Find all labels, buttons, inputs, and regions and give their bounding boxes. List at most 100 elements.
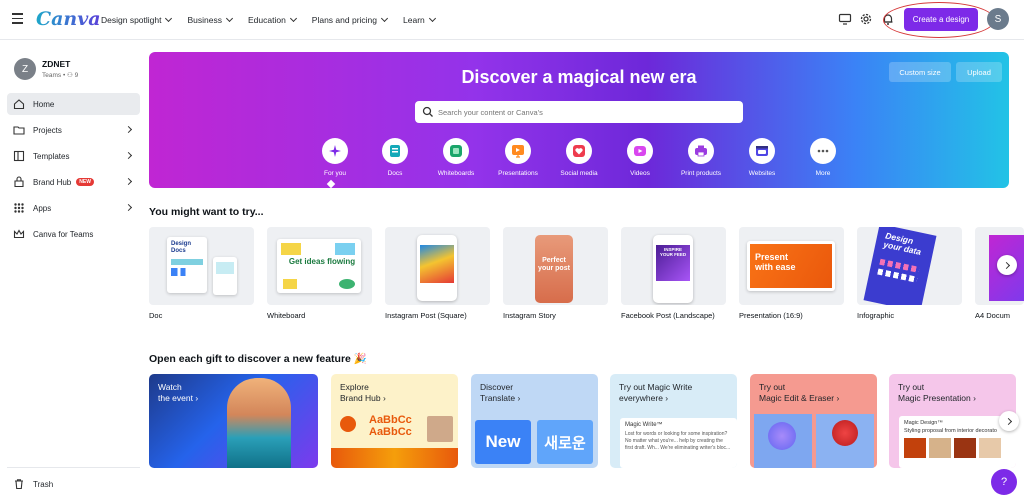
template-label-whiteboard[interactable]: Whiteboard — [267, 311, 305, 320]
feature-card-watch-event[interactable]: Watch the event › — [149, 374, 318, 468]
template-card-facebook-post[interactable]: INSPIRE YOUR FEED — [621, 227, 726, 305]
search-bar[interactable] — [415, 101, 743, 123]
chevron-right-icon — [1002, 261, 1010, 269]
website-icon — [749, 138, 775, 164]
sidebar-item-apps[interactable]: Apps — [7, 197, 140, 219]
new-badge: NEW — [76, 178, 94, 186]
search-input[interactable] — [438, 107, 728, 117]
sparkle-icon — [322, 138, 348, 164]
sidebar-item-projects[interactable]: Projects — [7, 119, 140, 141]
template-card-instagram-post[interactable] — [385, 227, 490, 305]
scroll-right-button[interactable] — [997, 255, 1017, 275]
sidebar-item-templates[interactable]: Templates — [7, 145, 140, 167]
trash-icon — [15, 479, 23, 490]
chevron-down-icon — [165, 14, 173, 23]
category-print-products[interactable]: Print products — [671, 138, 731, 177]
sidebar-item-canva-for-teams[interactable]: Canva for Teams — [7, 223, 140, 245]
category-whiteboards[interactable]: Whiteboards — [426, 138, 486, 177]
feature-card-translate[interactable]: Discover Translate › New 새로운 — [471, 374, 598, 468]
category-for-you[interactable]: For you — [305, 138, 365, 177]
infographic-thumb-text: Design your data — [882, 230, 923, 257]
team-avatar[interactable]: Z — [14, 58, 36, 80]
hero-banner: Discover a magical new era Custom size U… — [149, 52, 1009, 188]
chevron-down-icon — [380, 14, 389, 23]
nav-business[interactable]: Business — [187, 14, 234, 25]
magic-write-panel: Magic Write™ Lost for words or looking f… — [620, 418, 737, 468]
template-label-doc[interactable]: Doc — [149, 311, 162, 320]
brand-logo-icon — [340, 416, 356, 432]
crown-icon — [13, 229, 25, 239]
facebook-thumb-text: INSPIRE YOUR FEED — [659, 247, 687, 257]
template-card-presentation[interactable]: Present with ease — [739, 227, 844, 305]
sidebar-item-home[interactable]: Home — [7, 93, 140, 115]
template-card-infographic[interactable]: Design your data — [857, 227, 962, 305]
nav-plans-pricing[interactable]: Plans and pricing — [312, 14, 389, 25]
section-title-try: You might want to try... — [149, 206, 264, 218]
upload-button[interactable]: Upload — [956, 62, 1002, 82]
help-button[interactable]: ? — [991, 469, 1017, 495]
brand-icon — [14, 176, 24, 188]
chevron-right-icon — [124, 203, 133, 212]
top-navigation-bar: Canva Design spotlight Business Educatio… — [0, 0, 1024, 40]
hero-title: Discover a magical new era — [461, 67, 697, 87]
team-name[interactable]: ZDNET — [42, 59, 70, 69]
monitor-icon[interactable] — [838, 12, 852, 26]
sidebar-item-brand-hub[interactable]: Brand Hub NEW — [7, 171, 140, 193]
nav-design-spotlight[interactable]: Design spotlight — [101, 14, 173, 25]
presentation-thumb-text: Present with ease — [755, 252, 796, 272]
brand-photo — [427, 416, 453, 442]
video-icon — [627, 138, 653, 164]
folder-icon — [13, 126, 25, 135]
selected-indicator — [326, 179, 336, 188]
template-label-presentation[interactable]: Presentation (16:9) — [739, 311, 803, 320]
menu-icon[interactable] — [12, 13, 23, 24]
whiteboard-thumb-text: Get ideas flowing — [288, 257, 356, 266]
rose-image — [832, 420, 858, 446]
translate-target: 새로운 — [537, 420, 593, 464]
template-label-instagram-story[interactable]: Instagram Story — [503, 311, 556, 320]
story-thumb-text: Perfect your post — [538, 257, 570, 272]
sidebar-item-trash[interactable]: Trash — [7, 473, 140, 495]
canva-logo[interactable]: Canva — [36, 8, 101, 30]
template-card-doc[interactable]: Design Docs — [149, 227, 254, 305]
printer-icon — [688, 138, 714, 164]
template-card-instagram-story[interactable]: Perfect your post — [503, 227, 608, 305]
feature-card-magic-edit[interactable]: Try out Magic Edit & Eraser › — [750, 374, 877, 468]
home-icon — [13, 99, 25, 110]
more-dots-icon — [810, 138, 836, 164]
nav-learn[interactable]: Learn — [403, 14, 436, 25]
chevron-right-icon — [124, 125, 133, 134]
bell-icon[interactable] — [881, 12, 895, 26]
template-card-whiteboard[interactable]: Get ideas flowing — [267, 227, 372, 305]
sidebar-divider — [7, 467, 140, 468]
chevron-right-icon — [124, 177, 133, 186]
category-websites[interactable]: Websites — [732, 138, 792, 177]
template-label-a4-document[interactable]: A4 Docum — [975, 311, 1024, 320]
category-social-media[interactable]: Social media — [549, 138, 609, 177]
translate-source: New — [475, 420, 531, 464]
features-scroll-right-button[interactable] — [999, 411, 1019, 431]
category-more[interactable]: More — [793, 138, 853, 177]
apps-icon — [14, 203, 24, 213]
category-docs[interactable]: Docs — [365, 138, 425, 177]
template-label-infographic[interactable]: Infographic — [857, 311, 894, 320]
team-meta: Teams • ⚇ 9 — [42, 72, 79, 79]
category-presentations[interactable]: Presentations — [488, 138, 548, 177]
gear-icon[interactable] — [859, 12, 873, 26]
chevron-right-icon — [124, 151, 133, 160]
template-label-facebook-post[interactable]: Facebook Post (Landscape) — [621, 311, 715, 320]
category-videos[interactable]: Videos — [610, 138, 670, 177]
chevron-down-icon — [428, 14, 436, 23]
nav-education[interactable]: Education — [248, 14, 297, 25]
user-avatar[interactable]: S — [987, 8, 1009, 30]
chevron-down-icon — [289, 14, 297, 23]
custom-size-button[interactable]: Custom size — [889, 62, 951, 82]
doc-thumb-text: Design Docs — [171, 241, 192, 254]
template-label-instagram-post[interactable]: Instagram Post (Square) — [385, 311, 467, 320]
heart-icon — [566, 138, 592, 164]
feature-card-brand-hub[interactable]: Explore Brand Hub › AaBbCc AaBbCc — [331, 374, 458, 468]
feature-card-magic-write[interactable]: Try out Magic Write everywhere › Magic W… — [610, 374, 737, 468]
chevron-right-icon — [1004, 417, 1012, 425]
create-design-button[interactable]: Create a design — [904, 8, 978, 31]
feature-card-magic-presentation[interactable]: Try out Magic Presentation › Magic Desig… — [889, 374, 1016, 468]
